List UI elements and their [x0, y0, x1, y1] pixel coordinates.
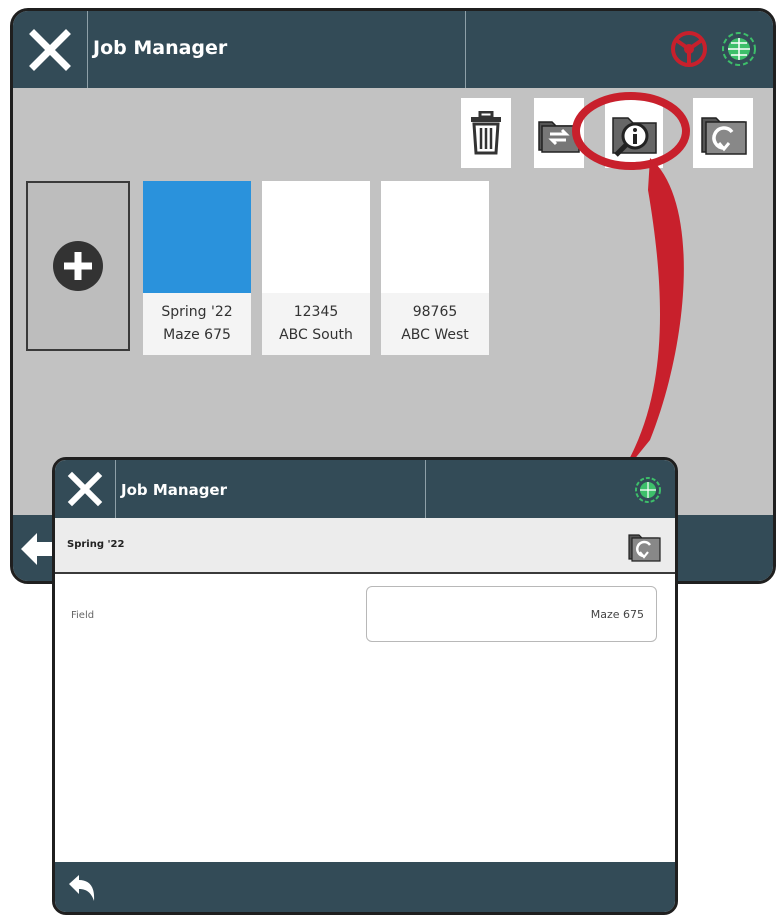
- resume-job-button[interactable]: [625, 526, 663, 566]
- back-arrow-icon: [21, 533, 55, 565]
- close-icon: [67, 471, 103, 507]
- job-info-button[interactable]: [605, 98, 663, 168]
- job-info-icon: [612, 117, 657, 157]
- job-thumbnail: [262, 181, 370, 293]
- back-button[interactable]: [63, 870, 99, 906]
- job-field: ABC West: [401, 327, 469, 343]
- footer-bar: [55, 862, 675, 912]
- job-name: Spring '22: [161, 304, 233, 320]
- resume-job-button[interactable]: [693, 98, 753, 168]
- job-name: Spring '22: [67, 539, 125, 550]
- field-select[interactable]: Maze 675: [366, 586, 657, 642]
- trash-icon: [471, 111, 501, 155]
- job-tile-12345[interactable]: 12345 ABC South: [262, 181, 370, 355]
- page-title: Job Manager: [93, 37, 228, 59]
- close-button[interactable]: [55, 460, 116, 518]
- gnss-status-icon[interactable]: [633, 475, 663, 509]
- undo-arrow-icon: [69, 875, 95, 901]
- plus-circle-icon: [53, 241, 103, 291]
- back-button[interactable]: [17, 529, 57, 569]
- field-value: Maze 675: [590, 608, 644, 621]
- resume-job-icon: [628, 534, 661, 562]
- job-name: 12345: [293, 304, 339, 320]
- delete-job-button[interactable]: [461, 98, 511, 168]
- job-tile-98765[interactable]: 98765 ABC West: [381, 181, 489, 355]
- close-icon: [29, 28, 71, 71]
- header-bar: Job Manager: [13, 11, 773, 88]
- job-thumbnail: [143, 181, 251, 293]
- header-divider: [465, 11, 466, 88]
- field-label: Field: [71, 610, 95, 621]
- header-bar: Job Manager: [55, 460, 675, 518]
- job-subheader: Spring '22: [55, 518, 675, 574]
- transfer-job-icon: [538, 121, 580, 153]
- header-divider: [425, 460, 426, 518]
- new-job-button[interactable]: [26, 181, 130, 351]
- resume-job-icon: [701, 117, 747, 155]
- transfer-job-button[interactable]: [534, 98, 584, 168]
- job-name: 98765: [412, 304, 458, 320]
- job-field: Maze 675: [163, 327, 231, 343]
- gnss-status-icon[interactable]: [719, 29, 759, 73]
- steering-status-icon[interactable]: [669, 29, 709, 73]
- close-button[interactable]: [13, 11, 88, 88]
- page-title: Job Manager: [121, 481, 228, 499]
- job-info-screen: Job Manager Spring '22 Field Maze 675: [52, 457, 678, 915]
- job-field: ABC South: [279, 327, 353, 343]
- job-thumbnail: [381, 181, 489, 293]
- job-tile-spring-22[interactable]: Spring '22 Maze 675: [143, 181, 251, 355]
